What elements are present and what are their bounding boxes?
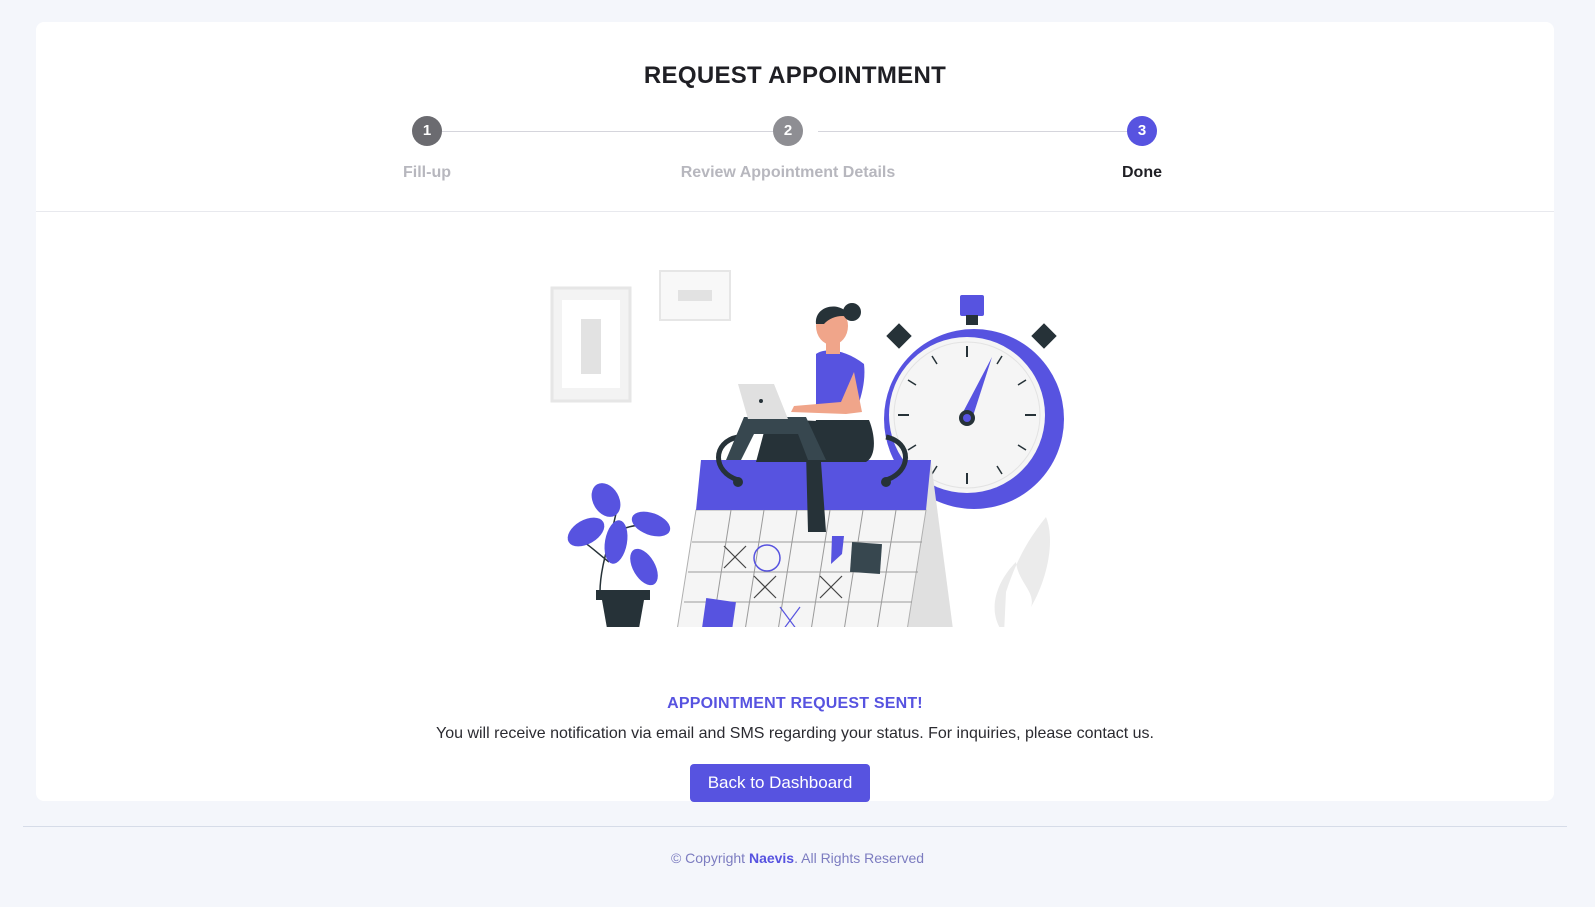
step-1-label: Fill-up [403,164,451,181]
plant-icon [567,483,671,627]
step-connector [442,131,788,132]
appointment-illustration [550,270,1064,627]
footer-divider [23,826,1567,827]
step-2-circle: 2 [773,116,803,146]
copyright-suffix: . All Rights Reserved [794,850,925,866]
step-1-circle: 1 [412,116,442,146]
step-3-label: Done [1122,164,1162,181]
step-2-label: Review Appointment Details [680,164,896,181]
wall-frame-icon [659,270,731,321]
step-connector [818,131,1143,132]
footer-copyright: © Copyright Naevis. All Rights Reserved [0,850,1595,866]
wall-frame-icon [550,286,632,403]
appointment-card: REQUEST APPOINTMENT 1 2 3 Fill-up Review… [36,22,1554,802]
header-divider [36,211,1554,212]
leaf-icon [994,517,1051,627]
success-heading: APPOINTMENT REQUEST SENT! [667,695,923,712]
copyright-prefix: © Copyright [670,850,749,866]
back-to-dashboard-button[interactable]: Back to Dashboard [690,764,870,802]
success-message: You will receive notification via email … [436,725,1154,742]
progress-stepper: 1 2 3 Fill-up Review Appointment Details… [36,22,1554,212]
brand-name: Naevis [748,850,795,866]
step-3-circle: 3 [1127,116,1157,146]
